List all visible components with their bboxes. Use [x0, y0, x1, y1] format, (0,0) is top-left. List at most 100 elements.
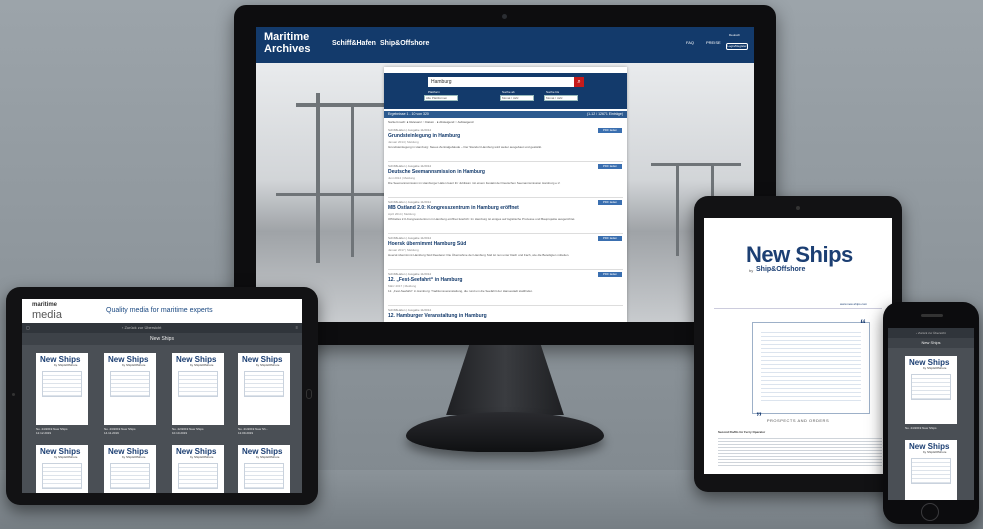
result-item[interactable]: Schiff&Hafen | Ausgabe 11/2014 MB Ostlan…	[388, 200, 623, 234]
magazine-brand: Ship&Offshore	[756, 266, 806, 273]
issue-cover[interactable]: New Ships by Ship&Offshore	[172, 445, 224, 493]
issue-cover[interactable]: New Ships by Ship&Offshore	[104, 353, 156, 425]
maritime-media-header: maritime media Quality media for maritim…	[22, 299, 302, 323]
quote-open-icon: “	[860, 317, 866, 331]
result-title[interactable]: MB Ostland 2.0: Kongresszentrum in Hambu…	[388, 205, 519, 211]
crane-shape	[651, 163, 741, 166]
result-title[interactable]: Hoersk übernimmt Hamburg Süd	[388, 241, 466, 247]
filter-label-von: Suche ab	[502, 90, 515, 94]
pdf-button[interactable]: PDF laden	[598, 128, 622, 133]
filter-bis-select[interactable]: Monat / Jahr	[544, 95, 578, 101]
result-source: Schiff&Hafen | Ausgabe 11/2014	[388, 236, 432, 240]
language-switch[interactable]: Deutsch	[729, 33, 740, 37]
result-title[interactable]: Grundsteinlegung in Hamburg	[388, 133, 460, 139]
hamburger-icon[interactable]: ≡	[296, 323, 298, 333]
maritime-archives-logo[interactable]: Maritime Archives	[264, 31, 310, 55]
search-button[interactable]: ⌕	[574, 77, 584, 87]
nav-schiff-hafen[interactable]: Schiff&Hafen	[332, 40, 376, 47]
result-source: Schiff&Hafen | Ausgabe 11/2014	[388, 308, 432, 312]
issue-cover[interactable]: New Ships by Ship&Offshore	[36, 445, 88, 493]
filter-plattform-select[interactable]: Alle Plattformen	[424, 95, 458, 101]
cover-text-block	[911, 458, 951, 484]
result-source: Schiff&Hafen | Ausgabe 11/2014	[388, 128, 432, 132]
result-date: April 2014 | Meldung	[388, 212, 416, 216]
crane-shape	[276, 193, 386, 196]
smartphone: ‹ Zurück zur Übersicht New Ships New Shi…	[883, 302, 979, 524]
cover-title: New Ships	[909, 442, 950, 451]
result-snippet: Grundsteinlegung in Hamburg: Neues Zentr…	[388, 145, 542, 149]
issue-caption[interactable]: No. 24/2019 New Ships	[905, 426, 957, 430]
crane-shape	[316, 93, 320, 263]
issue-cover[interactable]: New Ships by Ship&Offshore	[238, 445, 290, 493]
issue-cover[interactable]: New Ships by Ship&Offshore	[905, 440, 957, 500]
quote-close-icon: „	[756, 403, 762, 417]
result-item[interactable]: Schiff&Hafen | Ausgabe 11/2014 12. „Fest…	[388, 272, 623, 306]
sort-options[interactable]: Sortiert nach: ● Relevanz ○ Datum · ● Ab…	[388, 120, 473, 124]
cover-title: New Ships	[909, 358, 950, 367]
maritime-media-logo-bottom[interactable]: media	[32, 309, 62, 321]
result-snippet: Offizielles 2.0-Kongresszentrum in Hambu…	[388, 217, 576, 221]
result-item[interactable]: Schiff&Hafen | Ausgabe 11/2014 Hoersk üb…	[388, 236, 623, 270]
maritime-media-logo-top[interactable]: maritime	[32, 302, 57, 308]
issue-caption[interactable]: No. 21/2019 New Sh... 12.09.2019	[238, 427, 290, 435]
phone-home-button[interactable]	[921, 503, 939, 521]
pdf-button[interactable]: PDF laden	[598, 164, 622, 169]
crane-shape	[351, 107, 354, 257]
result-title[interactable]: Deutsche Seemannsmission in Hamburg	[388, 169, 485, 175]
monitor-screen: Maritime Archives Schiff&Hafen Ship&Offs…	[256, 27, 754, 322]
cover-text-block	[244, 371, 284, 397]
cover-text-block	[110, 463, 150, 489]
tablet-home-button[interactable]	[306, 389, 312, 399]
issue-caption[interactable]: No. 23/2019 New Ships 14.11.2019	[104, 427, 156, 435]
result-item[interactable]: Schiff&Hafen | Ausgabe 11/2014 Grundstei…	[388, 128, 623, 162]
magnifier-icon: ⌕	[577, 79, 581, 85]
login-button[interactable]: Login/Register	[726, 43, 748, 50]
monitor-camera	[502, 14, 507, 19]
cover-title: New Ships	[242, 355, 283, 364]
issue-cover[interactable]: New Ships by Ship&Offshore	[172, 353, 224, 425]
nav-faq[interactable]: FAQ	[686, 40, 694, 45]
tablet-camera	[12, 393, 15, 396]
issue-cover[interactable]: New Ships by Ship&Offshore	[104, 445, 156, 493]
result-date: Januar 2014 | Meldung	[388, 140, 419, 144]
cover-title: New Ships	[176, 355, 217, 364]
tablet-camera	[796, 206, 800, 210]
filter-von-select[interactable]: Monat / Jahr	[500, 95, 534, 101]
nav-ship-offshore[interactable]: Ship&Offshore	[380, 40, 429, 47]
filter-label-bis: Suche bis	[546, 90, 560, 94]
cover-title: New Ships	[40, 355, 81, 364]
results-range: (1-12 / 12671 Einträge)	[587, 112, 623, 116]
issue-cover[interactable]: New Ships by Ship&Offshore	[36, 353, 88, 425]
result-title[interactable]: 12. „Fest-Seefahrt“ in Hamburg	[388, 277, 462, 283]
phone-toolbar[interactable]: ‹ Zurück zur Übersicht	[888, 328, 974, 338]
sidebar-toggle-icon[interactable]: ▢	[26, 323, 30, 333]
issue-caption[interactable]: No. 22/2019 New Ships 10.10.2019	[172, 427, 224, 435]
monitor-stand-base	[406, 412, 604, 452]
pdf-button[interactable]: PDF laden	[598, 272, 622, 277]
issue-caption[interactable]: No. 24/2019 New Ships 12.12.2019	[36, 427, 88, 435]
result-item[interactable]: Schiff&Hafen | Ausgabe 11/2014 Deutsche …	[388, 164, 623, 198]
pdf-button[interactable]: PDF laden	[598, 236, 622, 241]
search-input[interactable]: Hamburg	[428, 77, 574, 87]
nav-preise[interactable]: PREISE	[706, 40, 721, 45]
issue-cover[interactable]: New Ships by Ship&Offshore	[238, 353, 290, 425]
result-date: Januar 2017 | Meldung	[388, 248, 419, 252]
cover-title: New Ships	[108, 447, 149, 456]
editorial-quote-box: “ „	[752, 317, 870, 417]
quote-text-block	[761, 329, 861, 403]
result-snippet: Hoersk übernimmt Hamburg Süd Reederei: D…	[388, 253, 570, 257]
result-source: Schiff&Hafen | Ausgabe 11/2014	[388, 272, 432, 276]
magazine-url[interactable]: www.new-ships.com	[840, 302, 867, 306]
result-title[interactable]: 12. Hamburger Veranstaltung in Hamburg	[388, 313, 487, 319]
magazine-title: New Ships	[746, 242, 853, 267]
pdf-button[interactable]: PDF laden	[598, 200, 622, 205]
issue-cover[interactable]: New Ships by Ship&Offshore	[905, 356, 957, 424]
phone-section-title: New Ships	[888, 338, 974, 348]
back-link[interactable]: ‹ Zurück zur Übersicht	[122, 323, 161, 333]
tagline: Quality media for maritime experts	[106, 307, 213, 314]
result-source: Schiff&Hafen | Ausgabe 11/2014	[388, 164, 432, 168]
cover-title: New Ships	[176, 447, 217, 456]
cover-text-block	[178, 371, 218, 397]
result-snippet: Die Seemannsmission im Hamburger Hafen f…	[388, 181, 561, 185]
result-item[interactable]: Schiff&Hafen | Ausgabe 11/2014 12. Hambu…	[388, 308, 623, 322]
